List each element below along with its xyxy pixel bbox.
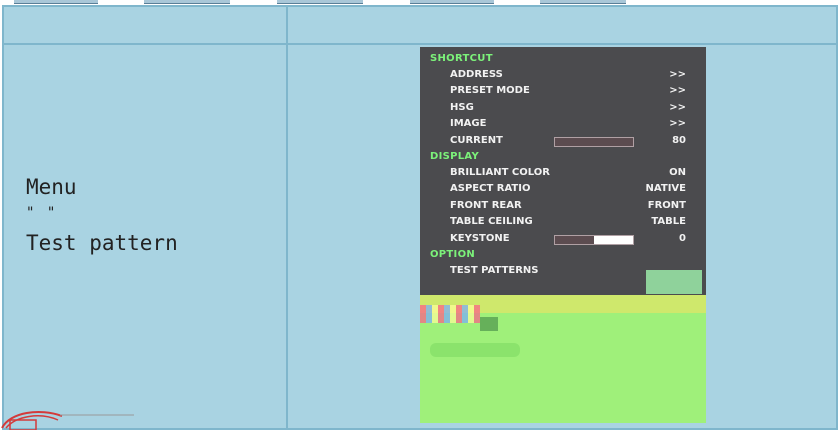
menu-description: Menu " " Test pattern — [26, 175, 178, 255]
osd-item-label: BRILLIANT COLOR — [450, 166, 550, 178]
osd-item-label: CURRENT — [450, 134, 503, 146]
osd-item-hsg: HSG >> — [450, 102, 686, 116]
osd-item-current: CURRENT 80 — [450, 135, 686, 149]
osd-section-display: DISPLAY — [430, 151, 480, 162]
osd-item-value: FRONT — [647, 199, 686, 211]
osd-item-brilliant-color: BRILLIANT COLOR ON — [450, 167, 686, 181]
table-header-cell-left — [2, 5, 288, 45]
osd-item-front-rear: FRONT REAR FRONT — [450, 200, 686, 214]
description-line-menu: Menu — [26, 175, 77, 199]
table-header-cell-right — [286, 5, 838, 45]
osd-green-blob — [430, 343, 520, 357]
osd-item-address: ADDRESS >> — [450, 69, 686, 83]
osd-item-label: ASPECT RATIO — [450, 183, 531, 194]
osd-slider-fill — [594, 235, 633, 244]
osd-item-table-ceiling: TABLE CEILING TABLE — [450, 216, 686, 230]
description-line-quotes: " " — [26, 205, 58, 221]
osd-slider — [554, 136, 634, 147]
osd-item-value: TABLE — [651, 216, 686, 227]
osd-artifact — [480, 317, 498, 331]
projector-osd-photo: SHORTCUT ADDRESS >> PRESET MODE >> HSG >> IMAGE… — [420, 47, 706, 423]
osd-color-bars — [420, 305, 480, 323]
table-body-cell-left: Menu " " Test pattern — [2, 43, 288, 430]
osd-item-value: NATIVE — [645, 183, 686, 194]
top-tab-3 — [277, 0, 363, 4]
osd-item-label: PRESET MODE — [450, 85, 530, 96]
osd-item-value: 80 — [672, 134, 686, 146]
osd-slider — [554, 234, 634, 245]
osd-section-option: OPTION — [430, 249, 476, 260]
osd-item-value: ON — [669, 166, 686, 178]
osd-item-label: ADDRESS — [450, 68, 503, 80]
osd-item-label: HSG — [450, 101, 474, 113]
osd-item-keystone: KEYSTONE 0 — [450, 233, 686, 247]
top-tab-5 — [540, 0, 626, 4]
top-tab-2 — [144, 0, 230, 4]
osd-item-value: >> — [669, 118, 686, 129]
osd-item-value: 0 — [679, 232, 686, 244]
osd-item-preset-mode: PRESET MODE >> — [450, 85, 686, 99]
watermark-logo — [1, 411, 134, 430]
osd-item-aspect-ratio: ASPECT RATIO NATIVE — [450, 183, 686, 197]
osd-test-pattern-area — [420, 295, 706, 423]
top-tab-4 — [410, 0, 494, 4]
osd-item-label: IMAGE — [450, 118, 487, 129]
osd-item-value: >> — [669, 101, 686, 113]
osd-item-value: >> — [669, 68, 686, 80]
osd-item-test-patterns: TEST PATTERNS — [450, 265, 686, 279]
top-tab-1 — [14, 0, 98, 4]
osd-section-shortcut: SHORTCUT — [430, 53, 493, 64]
osd-item-label: FRONT REAR — [450, 199, 522, 211]
osd-item-label: TABLE CEILING — [450, 216, 533, 227]
osd-item-value: >> — [669, 85, 686, 96]
osd-item-label: TEST PATTERNS — [450, 264, 539, 276]
osd-item-image: IMAGE >> — [450, 118, 686, 132]
description-line-test-pattern: Test pattern — [26, 231, 178, 255]
osd-item-label: KEYSTONE — [450, 232, 510, 244]
